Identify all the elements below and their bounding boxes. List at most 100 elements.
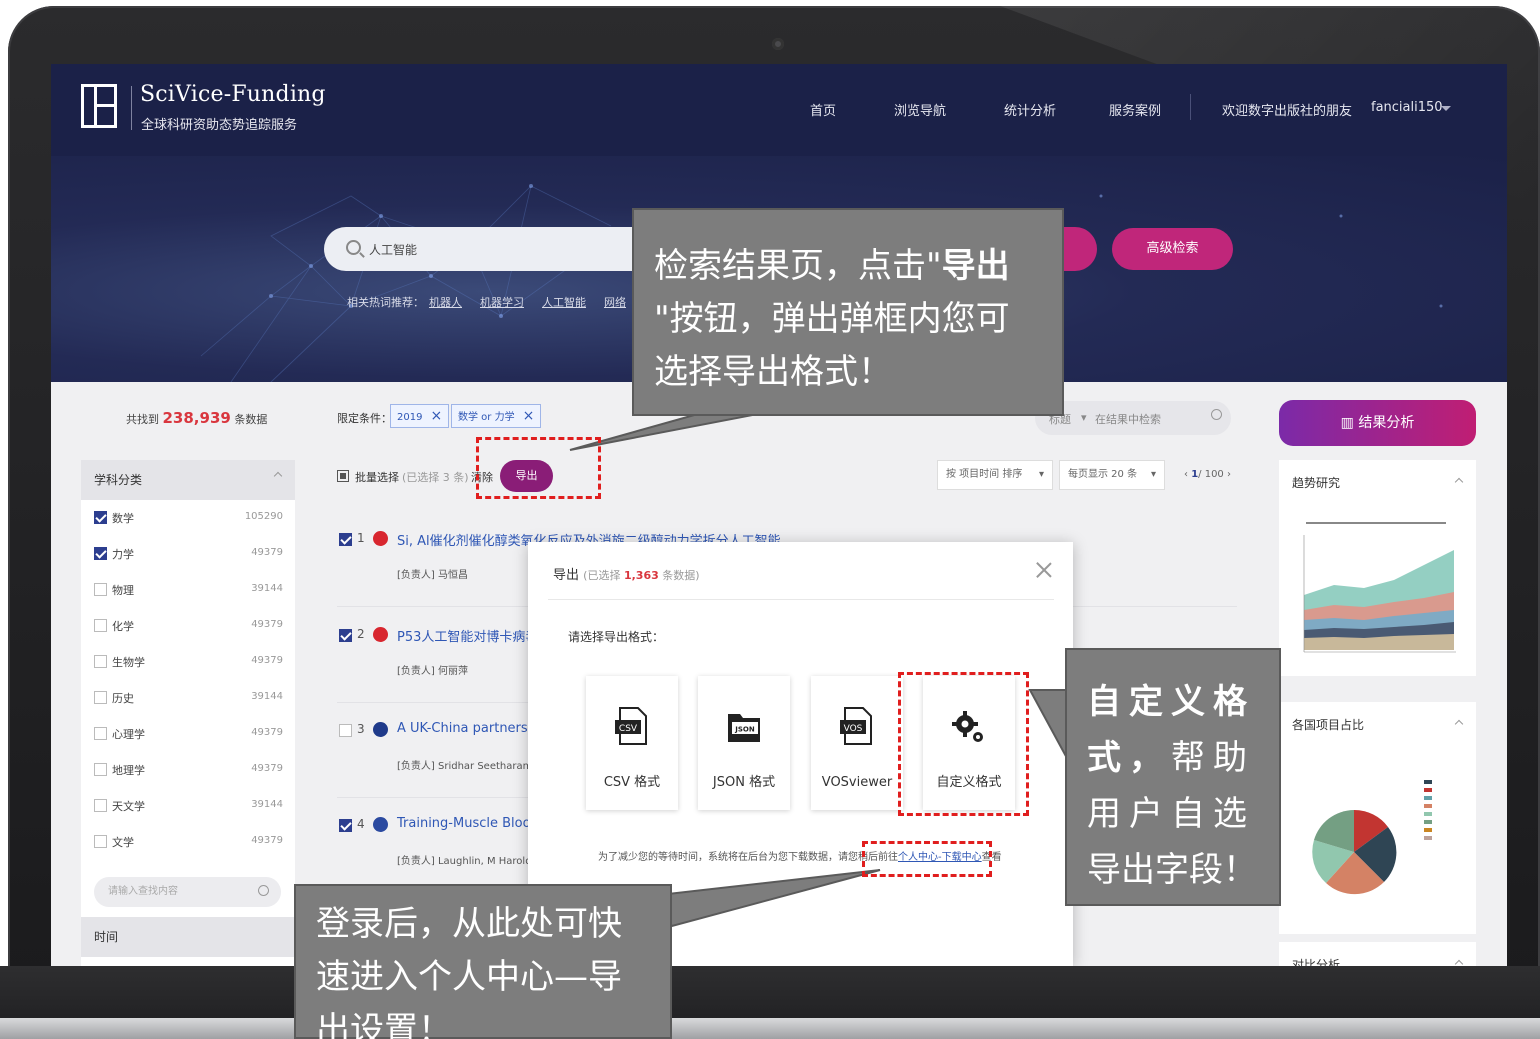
country-share-header[interactable]: 各国项目占比 <box>1279 702 1476 748</box>
chevron-up-icon[interactable] <box>273 471 283 481</box>
chevron-up-icon[interactable] <box>1454 477 1464 487</box>
subject-item[interactable]: 心理学 49379 <box>81 716 295 752</box>
subject-name: 心理学 <box>112 728 145 741</box>
checkbox[interactable] <box>94 691 107 704</box>
callout-bold: 式， <box>1087 738 1171 778</box>
vosviewer-format-button[interactable]: VOS VOSviewer <box>811 676 903 810</box>
format-label: JSON 格式 <box>712 775 776 790</box>
logo-divider <box>131 86 132 130</box>
country-share-panel: 各国项目占比 <box>1279 702 1476 934</box>
checkbox[interactable] <box>94 727 107 740</box>
callout-bold: 自定义格 <box>1087 682 1255 722</box>
result-title[interactable]: P53人工智能对博卡病毒 <box>397 626 538 645</box>
batch-select-checkbox[interactable] <box>337 470 349 482</box>
next-page-icon[interactable]: › <box>1224 469 1231 480</box>
search-icon[interactable] <box>258 885 269 896</box>
subject-item[interactable]: 文学 49379 <box>81 824 295 860</box>
checkbox[interactable] <box>94 511 107 524</box>
trend-panel-header[interactable]: 趋势研究 <box>1279 460 1476 506</box>
advanced-search-button[interactable]: 高级检索 <box>1112 228 1233 270</box>
callout-line: 出设置！ <box>316 1010 452 1039</box>
subject-item[interactable]: 物理 39144 <box>81 572 295 608</box>
china-flag-icon <box>373 531 388 546</box>
subject-item[interactable]: 历史 39144 <box>81 680 295 716</box>
per-page-select[interactable]: 每页显示 20 条 ▾ <box>1059 460 1165 490</box>
checkbox[interactable] <box>94 583 107 596</box>
close-icon[interactable] <box>1036 562 1052 578</box>
subject-count: 49379 <box>251 655 283 666</box>
subject-count: 39144 <box>251 583 283 594</box>
checkbox[interactable] <box>94 835 107 848</box>
nav-cases[interactable]: 服务案例 <box>1109 100 1161 119</box>
user-menu[interactable]: fanciali150 <box>1371 100 1443 115</box>
subject-section-header[interactable]: 学科分类 <box>81 460 295 500</box>
csv-file-icon: CSV <box>615 707 647 745</box>
batch-select-label[interactable]: 批量选择 <box>355 469 399 485</box>
checkbox[interactable] <box>94 799 107 812</box>
subject-count: 49379 <box>251 619 283 630</box>
uk-flag-icon <box>373 722 388 737</box>
filter-tag[interactable]: 数学 or 力学 × <box>451 404 542 428</box>
subject-item[interactable]: 天文学 39144 <box>81 788 295 824</box>
result-title[interactable]: A UK-China partnership <box>397 721 548 736</box>
result-index: 3 <box>357 722 365 736</box>
subject-item[interactable]: 数学 105290 <box>81 500 295 536</box>
callout-bold: 导出 <box>941 246 1010 286</box>
filter-tag[interactable]: 2019 × <box>390 404 450 428</box>
subject-item[interactable]: 力学 49379 <box>81 536 295 572</box>
callout-line: 用户自选 <box>1087 794 1255 834</box>
subject-count: 49379 <box>251 727 283 738</box>
subject-name: 物理 <box>112 584 134 597</box>
brand-title[interactable]: SciVice-Funding <box>140 82 326 107</box>
result-checkbox[interactable] <box>339 724 352 737</box>
subject-name: 力学 <box>112 548 134 561</box>
json-folder-icon: JSON <box>728 714 760 742</box>
hot-word-link[interactable]: 机器学习 <box>480 294 524 310</box>
checkbox[interactable] <box>94 619 107 632</box>
subject-item[interactable]: 生物学 49379 <box>81 644 295 680</box>
search-icon[interactable] <box>1211 409 1222 420</box>
total-pages: / 100 <box>1198 469 1224 480</box>
hot-word-link[interactable]: 人工智能 <box>542 294 586 310</box>
custom-format-highlight-box <box>898 672 1029 816</box>
json-format-button[interactable]: JSON JSON 格式 <box>698 676 790 810</box>
hot-word-link[interactable]: 机器人 <box>429 294 462 310</box>
result-checkbox[interactable] <box>339 819 352 832</box>
subject-search-placeholder: 请输入查找内容 <box>108 886 178 897</box>
found-count: 238,939 <box>162 409 231 427</box>
in-result-search[interactable]: 标题 ▾ 在结果中检索 <box>1035 401 1231 435</box>
condition-label: 限定条件： <box>337 412 392 425</box>
subject-item[interactable]: 地理学 49379 <box>81 752 295 788</box>
nav-statistics[interactable]: 统计分析 <box>1004 100 1056 119</box>
result-title[interactable]: Training-Muscle Blood <box>397 816 539 831</box>
chevron-down-icon[interactable] <box>1441 106 1451 111</box>
hot-word-link[interactable]: 网络 <box>604 294 626 310</box>
time-section-header[interactable]: 时间 <box>81 917 295 957</box>
nav-browse[interactable]: 浏览导航 <box>894 100 946 119</box>
close-icon[interactable]: × <box>523 408 535 424</box>
compare-panel-header[interactable]: 对比分析 <box>1279 942 1476 966</box>
checkbox[interactable] <box>94 763 107 776</box>
callout-line: 检索结果页，点击"导出 <box>654 240 1044 293</box>
result-analysis-button[interactable]: ▥ 结果分析 <box>1279 400 1476 446</box>
search-input[interactable]: 人工智能 <box>324 227 684 271</box>
logo-icon[interactable] <box>81 84 117 128</box>
checkbox[interactable] <box>94 547 107 560</box>
nav-home[interactable]: 首页 <box>810 100 836 119</box>
callout-text: 检索结果页，点击" <box>654 246 942 286</box>
subject-name: 数学 <box>112 512 134 525</box>
chevron-up-icon[interactable] <box>1454 959 1464 966</box>
chevron-up-icon[interactable] <box>1454 719 1464 729</box>
csv-format-button[interactable]: CSV CSV 格式 <box>586 676 678 810</box>
result-checkbox[interactable] <box>339 629 352 642</box>
subject-search-input[interactable]: 请输入查找内容 <box>94 877 281 907</box>
result-checkbox[interactable] <box>339 533 352 546</box>
subject-item[interactable]: 化学 49379 <box>81 608 295 644</box>
modal-subtitle-prefix: (已选择 <box>583 569 624 582</box>
filter-tag-label: 数学 or 力学 <box>458 412 515 423</box>
result-count: 共找到 238,939 条数据 <box>126 409 267 427</box>
subject-name: 生物学 <box>112 656 145 669</box>
close-icon[interactable]: × <box>430 408 442 424</box>
sort-select[interactable]: 按 项目时间 排序 ▾ <box>937 460 1053 490</box>
checkbox[interactable] <box>94 655 107 668</box>
